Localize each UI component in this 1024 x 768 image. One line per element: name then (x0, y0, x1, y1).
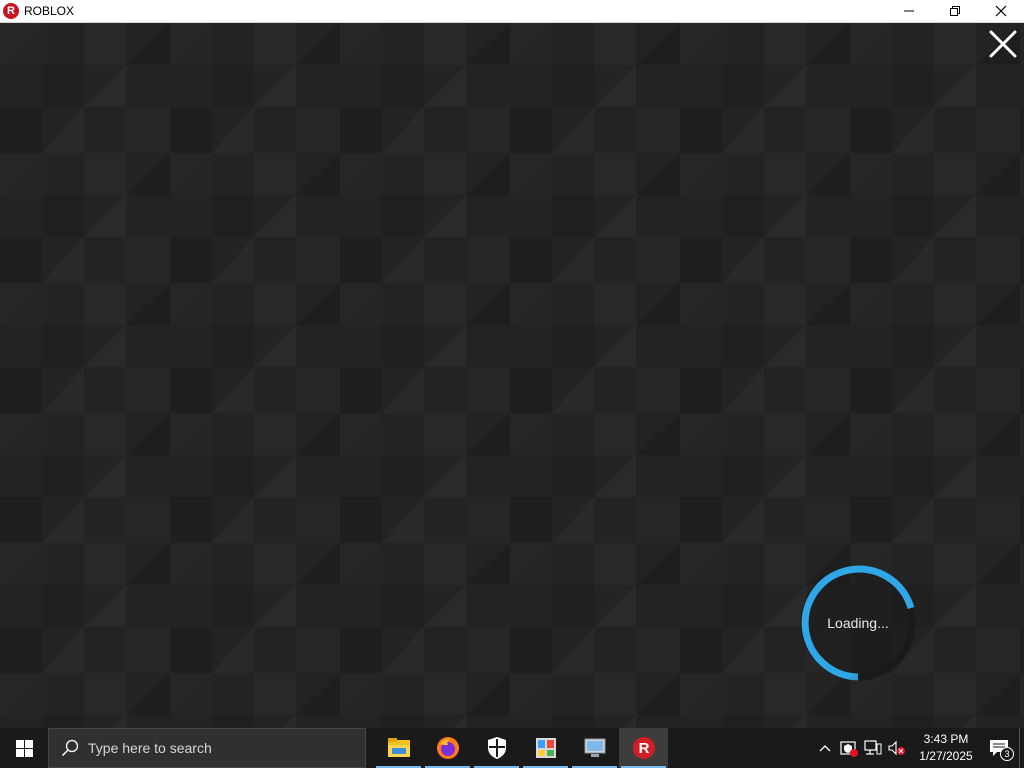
restore-icon (950, 6, 960, 16)
window-titlebar: R ROBLOX (0, 0, 1024, 23)
clock-date: 1/27/2025 (919, 749, 973, 763)
show-desktop-button[interactable] (1019, 728, 1024, 768)
close-window-button[interactable] (978, 0, 1024, 22)
restore-button[interactable] (932, 0, 978, 22)
system-tray: 3:43 PM 1/27/2025 3 (813, 728, 1024, 768)
firefox-icon (436, 737, 459, 759)
game-loading-screen: Loading... (0, 23, 1024, 728)
network-tray-button[interactable] (861, 728, 885, 768)
taskbar-remote-desktop[interactable] (570, 728, 619, 768)
taskbar-apps: R (374, 728, 668, 768)
roblox-logo-icon: R (3, 3, 19, 19)
action-center-button[interactable]: 3 (979, 728, 1019, 768)
close-icon (995, 5, 1007, 17)
notification-count-badge: 3 (1000, 747, 1014, 761)
minimize-icon (904, 10, 914, 12)
svg-text:R: R (638, 740, 649, 757)
roblox-icon: R (632, 737, 655, 759)
control-panel-icon (535, 738, 556, 758)
taskbar-control-panel[interactable] (521, 728, 570, 768)
volume-muted-icon (888, 740, 905, 756)
taskbar-search-box[interactable]: Type here to search (48, 728, 366, 768)
loading-text: Loading... (827, 615, 889, 631)
taskbar-file-explorer[interactable] (374, 728, 423, 768)
taskbar-roblox[interactable]: R (619, 728, 668, 768)
windows-security-icon (487, 737, 506, 759)
remote-desktop-icon (584, 738, 605, 757)
taskbar-windows-security[interactable] (472, 728, 521, 768)
window-controls (886, 0, 1024, 22)
search-icon (61, 739, 79, 757)
loading-spinner: Loading... (798, 563, 918, 683)
window-title: ROBLOX (24, 4, 75, 18)
security-warning-icon (840, 741, 858, 757)
search-placeholder: Type here to search (88, 740, 212, 756)
file-explorer-icon (387, 738, 410, 757)
taskbar-firefox[interactable] (423, 728, 472, 768)
windows-logo-icon (15, 739, 33, 757)
close-x-icon (989, 30, 1017, 58)
chevron-up-icon (819, 745, 831, 752)
start-button[interactable] (0, 728, 48, 768)
clock-time: 3:43 PM (923, 732, 969, 746)
security-tray-button[interactable] (837, 728, 861, 768)
volume-tray-button[interactable] (885, 728, 909, 768)
network-icon (864, 740, 882, 755)
show-hidden-icons-button[interactable] (813, 728, 837, 768)
taskbar-clock[interactable]: 3:43 PM 1/27/2025 (913, 731, 979, 765)
minimize-button[interactable] (886, 0, 932, 22)
close-game-button[interactable] (988, 29, 1018, 59)
taskbar: Type here to search R 3:43 PM 1/27/2025 … (0, 728, 1024, 768)
